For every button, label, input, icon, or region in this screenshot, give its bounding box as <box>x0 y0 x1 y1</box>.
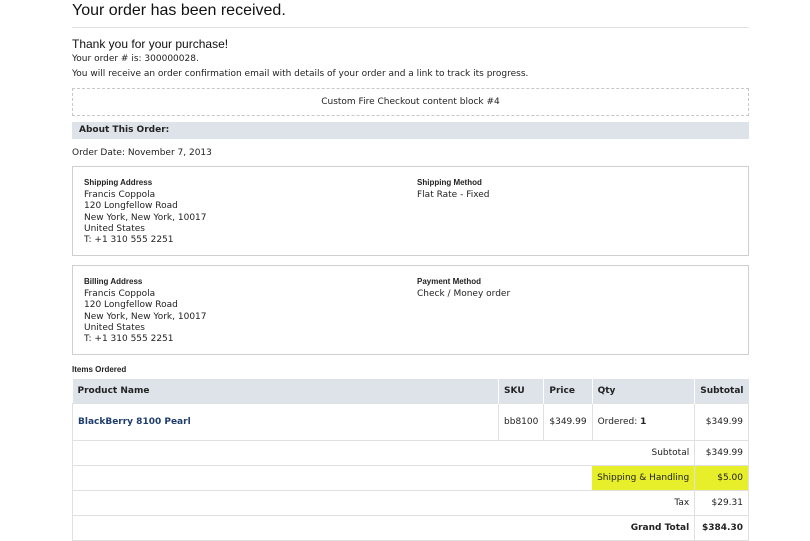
shipping-method-heading: Shipping Method <box>417 178 482 187</box>
billing-address-line: United States <box>84 322 145 333</box>
items-ordered-heading: Items Ordered <box>72 365 127 374</box>
billing-address-heading: Billing Address <box>84 277 143 286</box>
column-header-sku: SKU <box>498 379 544 404</box>
totals-row-subtotal: Subtotal $349.99 <box>71 440 749 466</box>
grand-total-value: $384.30 <box>694 515 749 541</box>
qty-value: 1 <box>640 417 647 427</box>
qty-label: Ordered: <box>597 417 638 427</box>
payment-method-heading: Payment Method <box>417 277 482 286</box>
subtotal-value: $349.99 <box>694 440 749 466</box>
billing-address-line: New York, New York, 10017 <box>84 311 207 322</box>
column-header-subtotal: Subtotal <box>694 379 749 404</box>
order-date: Order Date: November 7, 2013 <box>72 148 212 158</box>
totals-row-shipping: Shipping & Handling $5.00 <box>72 465 749 491</box>
shipping-address-line: T: +1 310 555 2251 <box>84 235 174 246</box>
title-divider <box>72 27 749 28</box>
column-header-product: Product Name <box>72 379 499 404</box>
shipping-handling-label: Shipping & Handling <box>592 465 696 491</box>
column-header-price: Price <box>543 379 593 404</box>
billing-info-box: Billing Address Francis Coppola 120 Long… <box>72 265 749 355</box>
product-price: $349.99 <box>543 403 593 441</box>
subtotal-label: Subtotal <box>71 440 696 466</box>
shipping-spacer <box>72 465 593 491</box>
about-order-heading: About This Order: <box>79 125 170 135</box>
page-title: Your order has been received. <box>72 2 286 19</box>
payment-method-column: Payment Method Check / Money order <box>417 276 510 300</box>
custom-content-block: Custom Fire Checkout content block #4 <box>72 88 749 116</box>
shipping-method-value: Flat Rate - Fixed <box>417 190 490 201</box>
shipping-info-box: Shipping Address Francis Coppola 120 Lon… <box>72 166 749 256</box>
product-qty: Ordered: 1 <box>591 403 696 441</box>
billing-address-line: T: +1 310 555 2251 <box>84 334 174 345</box>
shipping-address-line: United States <box>84 223 145 234</box>
column-header-qty: Qty <box>591 379 695 404</box>
product-subtotal: $349.99 <box>694 403 749 441</box>
totals-row-grand: Grand Total $384.30 <box>71 515 749 541</box>
shipping-address-line: New York, New York, 10017 <box>84 212 207 223</box>
billing-address-line: Francis Coppola <box>84 289 156 300</box>
product-name: BlackBerry 8100 Pearl <box>71 403 500 441</box>
shipping-address-line: 120 Longfellow Road <box>84 201 178 212</box>
thank-you-message: Thank you for your purchase! <box>72 37 229 51</box>
product-sku: bb8100 <box>498 403 545 441</box>
shipping-handling-value: $5.00 <box>694 465 749 491</box>
totals-row-tax: Tax $29.31 <box>71 490 749 516</box>
shipping-address-line: Francis Coppola <box>84 190 156 201</box>
items-table: Product Name SKU Price Qty Subtotal Blac… <box>71 379 749 541</box>
shipping-method-column: Shipping Method Flat Rate - Fixed <box>417 177 490 201</box>
shipping-address-heading: Shipping Address <box>84 178 153 187</box>
payment-method-value: Check / Money order <box>417 289 511 300</box>
grand-total-label: Grand Total <box>71 515 696 541</box>
tax-value: $29.31 <box>694 490 749 516</box>
billing-address-column: Billing Address Francis Coppola 120 Long… <box>84 276 207 345</box>
table-row: BlackBerry 8100 Pearl bb8100 $349.99 Ord… <box>71 403 749 441</box>
table-header-row: Product Name SKU Price Qty Subtotal <box>72 379 749 404</box>
confirmation-email-note: You will receive an order confirmation e… <box>72 69 529 79</box>
shipping-address-column: Shipping Address Francis Coppola 120 Lon… <box>84 177 207 246</box>
about-order-bar: About This Order: <box>72 122 749 139</box>
billing-address-line: 120 Longfellow Road <box>84 300 178 311</box>
tax-label: Tax <box>71 490 696 516</box>
order-number-line: Your order # is: 300000028. <box>72 54 199 64</box>
